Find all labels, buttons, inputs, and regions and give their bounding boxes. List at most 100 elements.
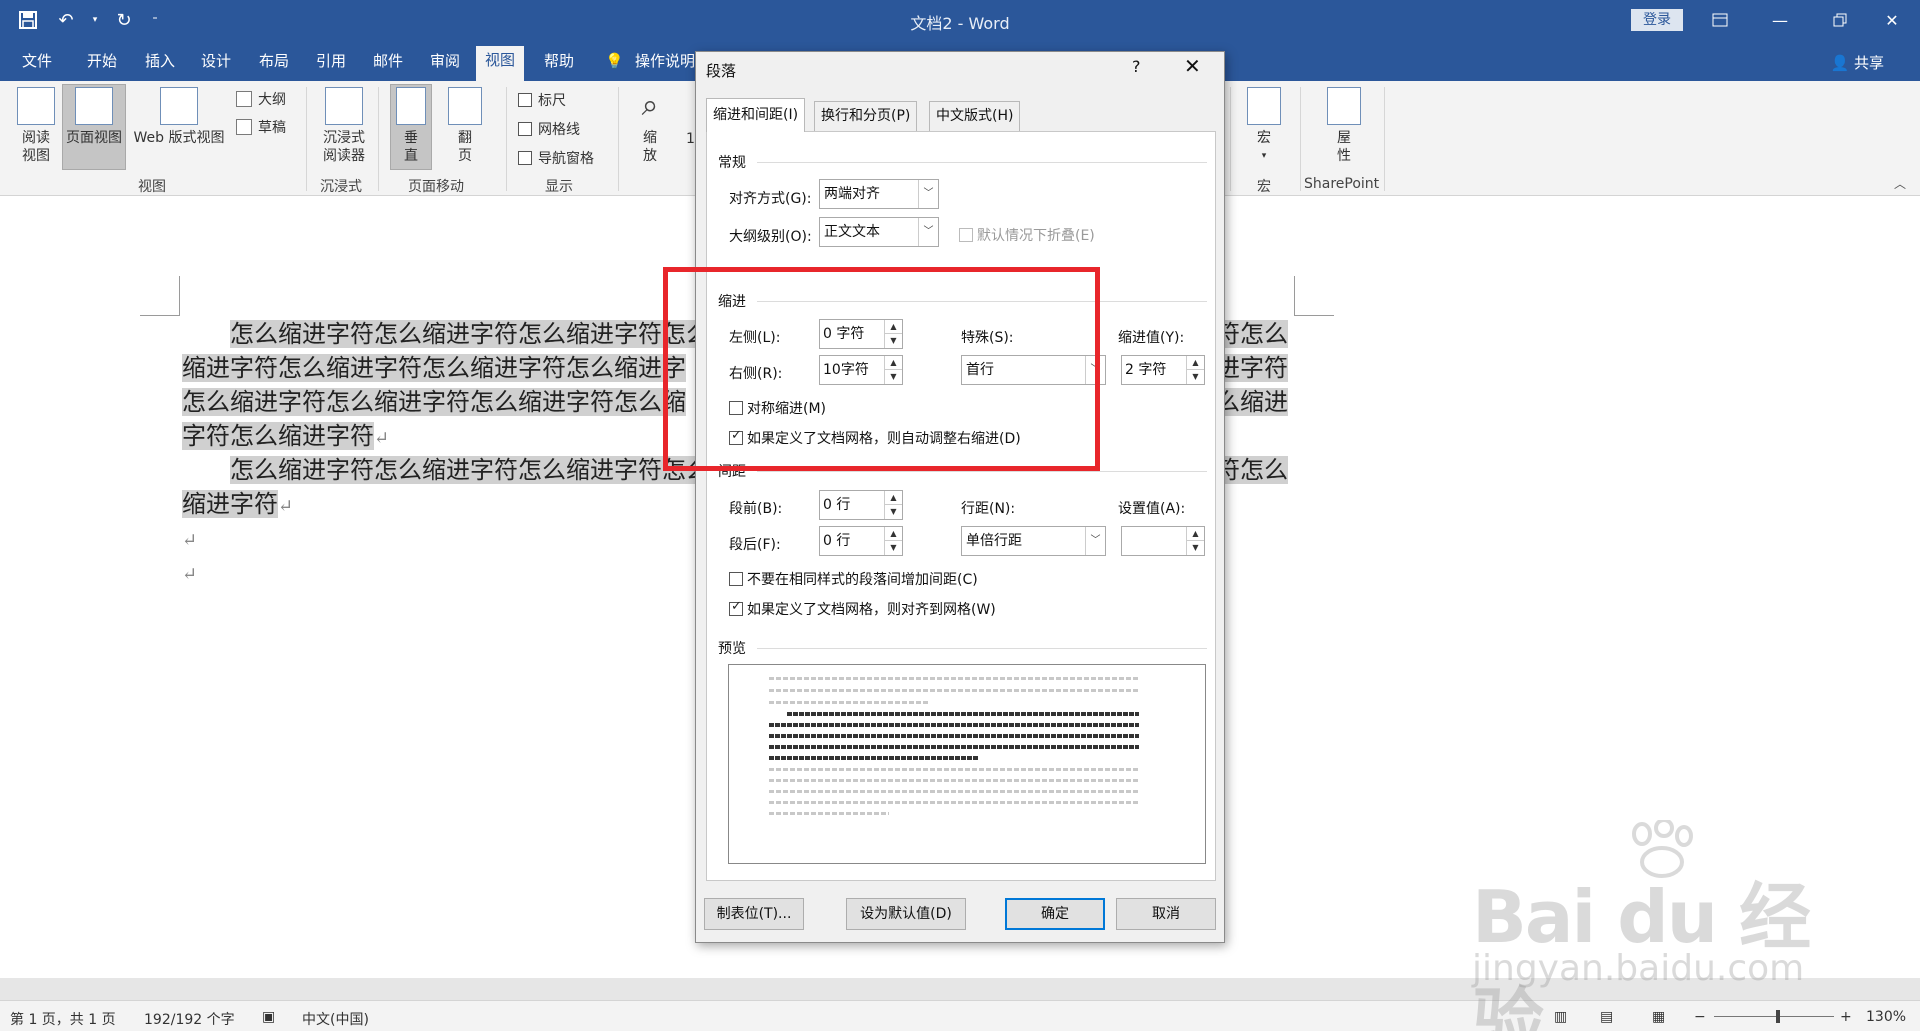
outline-level-select[interactable]: 正文文本 ﹀ [819, 217, 939, 247]
side-to-side-button[interactable]: 翻 页 [444, 87, 486, 165]
alignment-value: 两端对齐 [824, 186, 880, 202]
spin-down-icon: ▼ [890, 543, 897, 552]
ribbon-separator [306, 87, 307, 191]
tab-indents-spacing[interactable]: 缩进和间距(I) [706, 98, 806, 132]
outline-icon [236, 91, 252, 107]
no-space-box[interactable] [729, 572, 743, 586]
read-mode-button[interactable]: 阅读 视图 [12, 87, 60, 165]
web-layout-button[interactable]: Web 版式视图 [128, 87, 230, 147]
draft-button[interactable]: 草稿 [236, 117, 286, 137]
tab-mailings[interactable]: 邮件 [373, 50, 403, 81]
outline-level-value: 正文文本 [824, 224, 880, 240]
tabs-button[interactable]: 制表位(T)... [704, 898, 804, 930]
collapsed-checkbox-box [959, 228, 973, 242]
zoom-button[interactable]: ⌕ 缩 放 [630, 87, 670, 165]
spinner-buttons[interactable]: ▲ ▼ [884, 491, 902, 519]
tab-layout[interactable]: 布局 [259, 50, 289, 81]
indent-by-spinner[interactable]: 2 字符 ▲ ▼ [1121, 355, 1205, 385]
tell-me-label[interactable]: 操作说明 [635, 50, 695, 81]
vertical-label-1: 垂 [404, 130, 418, 146]
group-label-views: 视图 [138, 179, 166, 195]
spinner-buttons[interactable]: ▲ ▼ [1186, 356, 1204, 384]
watermark-url: jingyan.baidu.com [1472, 948, 1805, 989]
restore-icon[interactable] [1810, 0, 1870, 40]
print-layout-button[interactable]: 页面视图 [62, 84, 126, 170]
indent-by-value: 2 字符 [1125, 362, 1167, 378]
person-icon: 👤 [1830, 54, 1850, 72]
tab-asian-typography[interactable]: 中文版式(H) [929, 101, 1021, 131]
space-after-spinner[interactable]: 0 行 ▲ ▼ [819, 526, 903, 556]
read-mode-label-1: 阅读 [22, 130, 50, 146]
tab-design[interactable]: 设计 [201, 50, 231, 81]
document-line: 怎么缩进字符怎么缩进字符怎么缩进字符怎么 [230, 456, 710, 484]
minimize-icon[interactable]: — [1750, 0, 1810, 40]
space-before-spinner[interactable]: 0 行 ▲ ▼ [819, 490, 903, 520]
share-button[interactable]: 👤 共享 [1831, 52, 1884, 73]
tab-line-page-breaks[interactable]: 换行和分页(P) [814, 101, 918, 131]
document-line: 缩进字符怎么缩进字符怎么缩进字符怎么缩进字 [182, 354, 686, 382]
tab-insert[interactable]: 插入 [145, 50, 175, 81]
ruler-checkbox-box[interactable] [518, 93, 532, 107]
collapse-ribbon-icon[interactable]: ︿ [1894, 175, 1906, 192]
ruler-label: 标尺 [538, 93, 566, 109]
nav-pane-checkbox-box[interactable] [518, 151, 532, 165]
preview-line [769, 734, 1139, 738]
vertical-button[interactable]: 垂 直 [390, 84, 432, 170]
tab-view[interactable]: 视图 [476, 46, 525, 81]
properties-button[interactable]: 屋 性 [1320, 87, 1368, 165]
macros-button[interactable]: 宏 ▾ [1244, 87, 1284, 165]
line-spacing-label: 行距(N): [961, 501, 1016, 517]
cancel-button[interactable]: 取消 [1116, 898, 1216, 930]
spin-up-icon: ▲ [1187, 527, 1204, 541]
collapsed-label: 默认情况下折叠(E) [977, 228, 1095, 244]
gridlines-checkbox[interactable]: 网格线 [518, 119, 580, 139]
preview-line [769, 801, 1139, 804]
close-icon[interactable]: ✕ [1184, 54, 1201, 78]
help-icon[interactable]: ? [1132, 57, 1141, 76]
snap-to-grid-checkbox[interactable]: 如果定义了文档网格，则对齐到网格(W) [729, 599, 996, 619]
spinner-buttons[interactable]: ▲ ▼ [884, 527, 902, 555]
ruler-checkbox[interactable]: 标尺 [518, 90, 566, 110]
outline-button[interactable]: 大纲 [236, 89, 286, 109]
snap-to-grid-box[interactable] [729, 599, 743, 616]
dialog-title: 段落 [706, 62, 737, 80]
spinner-buttons[interactable]: ▲ ▼ [1186, 527, 1204, 555]
chevron-down-icon: ﹀ [918, 218, 938, 246]
tab-file[interactable]: 文件 [22, 50, 52, 81]
immersive-reader-button[interactable]: 沉浸式 阅读器 [316, 87, 372, 165]
alignment-select[interactable]: 两端对齐 ﹀ [819, 179, 939, 209]
ok-button[interactable]: 确定 [1005, 898, 1105, 930]
collapsed-by-default-checkbox: 默认情况下折叠(E) [959, 225, 1095, 245]
close-window-icon[interactable]: ✕ [1862, 0, 1920, 40]
group-label-macros: 宏 [1257, 179, 1271, 195]
section-rule [757, 471, 1207, 472]
spacing-at-spinner[interactable]: ▲ ▼ [1121, 526, 1205, 556]
gridlines-checkbox-box[interactable] [518, 122, 532, 136]
login-button[interactable]: 登录 [1631, 9, 1683, 31]
page-count[interactable]: 第 1 页，共 1 页 [10, 1009, 116, 1029]
line-spacing-select[interactable]: 单倍行距 ﹀ [961, 526, 1106, 556]
zoom-level[interactable]: 130% [1866, 1009, 1906, 1025]
alignment-label: 对齐方式(G): [729, 191, 812, 207]
set-default-button[interactable]: 设为默认值(D) [846, 898, 966, 930]
nav-pane-checkbox[interactable]: 导航窗格 [518, 148, 594, 168]
ribbon-display-icon[interactable] [1690, 0, 1750, 40]
macros-icon [1247, 87, 1281, 125]
spacing-at-label: 设置值(A): [1118, 501, 1186, 517]
language-status[interactable]: 中文(中国) [302, 1009, 369, 1029]
tell-me-icon[interactable]: 💡 [605, 50, 624, 81]
no-space-same-style-checkbox[interactable]: 不要在相同样式的段落间增加间距(C) [729, 569, 978, 589]
paragraph-mark-icon: ↵ [182, 530, 198, 551]
chevron-down-icon: ﹀ [1085, 527, 1105, 555]
word-count[interactable]: 192/192 个字 [144, 1009, 235, 1029]
tab-review[interactable]: 审阅 [430, 50, 460, 81]
tab-home[interactable]: 开始 [87, 50, 117, 81]
document-line-right: 符怎么 [1216, 456, 1288, 484]
tab-help[interactable]: 帮助 [544, 50, 574, 81]
zoom-in-icon[interactable]: + [1840, 1009, 1852, 1025]
tab-references[interactable]: 引用 [316, 50, 346, 81]
zoom-100-partial[interactable]: 1 [686, 131, 695, 147]
outline-label: 大纲 [258, 92, 286, 108]
side-to-side-icon [448, 87, 482, 125]
proofing-icon[interactable]: ▣ [262, 1009, 275, 1025]
